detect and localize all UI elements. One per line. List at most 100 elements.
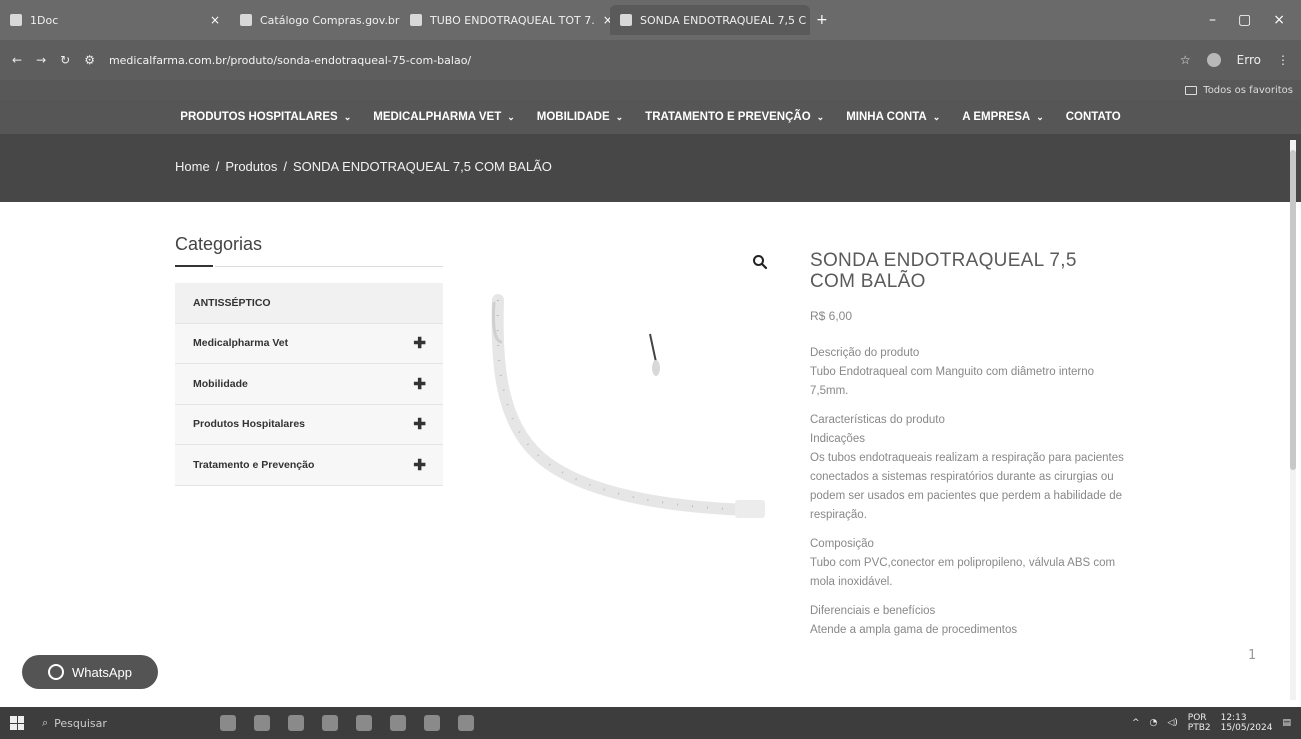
url-field[interactable]: medicalfarma.com.br/produto/sonda-endotr… (109, 54, 471, 67)
back-icon[interactable]: ← (12, 53, 22, 67)
expand-plus-icon[interactable]: ✚ (413, 334, 426, 352)
close-tab-icon[interactable]: × (603, 13, 610, 27)
nav-contato[interactable]: CONTATO (1066, 111, 1121, 123)
favicon-icon (240, 14, 252, 26)
system-tray: ^ ◔ ◁) POR PTB2 12:13 15/05/2024 ▤ (1132, 713, 1291, 733)
zoom-search-icon[interactable] (752, 254, 768, 270)
nav-label: MOBILIDADE (536, 111, 610, 123)
chevron-down-icon: ⌄ (932, 111, 941, 122)
browser-tab-1doc[interactable]: 1Doc × (0, 5, 230, 35)
clock[interactable]: 12:13 15/05/2024 (1221, 713, 1273, 733)
category-label: Produtos Hospitalares (193, 418, 306, 431)
taskbar-search-placeholder: Pesquisar (54, 716, 107, 730)
tab-title: Catálogo Compras.gov.br (260, 13, 400, 27)
favicon-icon (10, 14, 22, 26)
nav-produtos-hospitalares[interactable]: PRODUTOS HOSPITALARES ⌄ (180, 111, 351, 123)
expand-plus-icon[interactable]: ✚ (413, 375, 426, 393)
folder-icon (1185, 85, 1198, 95)
address-bar: ← → ↻ ⚙ medicalfarma.com.br/produto/sond… (0, 40, 1301, 80)
whatsapp-label: WhatsApp (72, 664, 132, 680)
tab-title: 1Doc (30, 13, 59, 27)
whatsapp-button[interactable]: WhatsApp (22, 655, 158, 689)
nav-label: MINHA CONTA (846, 111, 927, 123)
store-icon[interactable] (424, 715, 440, 731)
composition-heading: Composição (810, 538, 874, 550)
site-settings-icon[interactable]: ⚙ (84, 53, 95, 67)
composition-text: Tubo com PVC,conector em polipropileno, … (810, 557, 1116, 588)
favicon-icon (410, 14, 422, 26)
nav-medicalpharma-vet[interactable]: MEDICALPHARMA VET ⌄ (373, 111, 515, 123)
category-label: ANTISSÉPTICO (193, 296, 271, 309)
nav-label: CONTATO (1065, 111, 1121, 123)
profile-avatar[interactable] (1206, 53, 1221, 67)
browser-tab-tubo[interactable]: TUBO ENDOTRAQUEAL TOT 7. × (400, 5, 610, 35)
category-item-mobilidade[interactable]: Mobilidade ✚ (175, 364, 443, 405)
expand-plus-icon[interactable]: ✚ (413, 415, 426, 433)
nav-label: A EMPRESA (962, 111, 1031, 123)
nav-label: PRODUTOS HOSPITALARES (180, 111, 338, 123)
chrome-icon[interactable] (356, 715, 372, 731)
category-item-antisseptico[interactable]: ANTISSÉPTICO (175, 283, 443, 324)
close-tab-icon[interactable]: × (210, 13, 220, 27)
expand-plus-icon[interactable]: ✚ (413, 456, 426, 474)
forward-icon[interactable]: → (36, 53, 46, 67)
nav-minha-conta[interactable]: MINHA CONTA ⌄ (846, 111, 940, 123)
profile-error-label[interactable]: Erro (1237, 53, 1261, 67)
calculator-icon[interactable] (458, 715, 474, 731)
maximize-icon[interactable]: ▢ (1238, 12, 1251, 28)
nav-a-empresa[interactable]: A EMPRESA ⌄ (962, 111, 1044, 123)
benefits-heading: Diferenciais e benefícios (810, 605, 936, 617)
tab-title: TUBO ENDOTRAQUEAL TOT 7. (430, 13, 595, 27)
windows-start-icon[interactable] (10, 716, 24, 730)
nav-mobilidade[interactable]: MOBILIDADE ⌄ (537, 111, 623, 123)
page-scrollbar-thumb[interactable] (1290, 150, 1296, 470)
chevron-down-icon: ⌄ (615, 111, 624, 122)
category-item-medicalpharma-vet[interactable]: Medicalpharma Vet ✚ (175, 324, 443, 364)
indications-heading: Indicações (810, 433, 865, 445)
description-text: Tubo Endotraqueal com Manguito com diâme… (810, 366, 1095, 397)
whatsapp-icon (48, 664, 64, 680)
close-window-icon[interactable]: × (1273, 12, 1285, 28)
chevron-down-icon: ⌄ (343, 111, 352, 122)
category-item-produtos-hospitalares[interactable]: Produtos Hospitalares ✚ (175, 405, 443, 445)
widgets-icon[interactable] (220, 715, 236, 731)
browser-tab-bar: 1Doc × Catálogo Compras.gov.br × TUBO EN… (0, 0, 1301, 40)
menu-dots-icon[interactable]: ⋮ (1277, 53, 1289, 67)
app-icon[interactable] (390, 715, 406, 731)
taskbar-search[interactable]: ⌕ Pesquisar (42, 712, 202, 734)
language-indicator[interactable]: POR PTB2 (1188, 713, 1211, 733)
bookmarks-bar: Todos os favoritos (0, 80, 1301, 100)
edge-browser-icon[interactable] (322, 715, 338, 731)
clock-time: 12:13 (1220, 713, 1247, 723)
breadcrumb-home-link[interactable]: Home (175, 159, 210, 174)
category-list: ANTISSÉPTICO Medicalpharma Vet ✚ Mobilid… (175, 283, 443, 486)
heading-underline (175, 265, 213, 267)
all-bookmarks-link[interactable]: Todos os favoritos (1203, 85, 1293, 96)
favicon-icon (620, 14, 632, 26)
new-tab-icon[interactable]: + (810, 12, 828, 28)
breadcrumb-separator: / (283, 159, 287, 174)
volume-icon[interactable]: ◁) (1167, 718, 1177, 728)
product-title: SONDA ENDOTRAQUEAL 7,5 COM BALÃO (810, 250, 1077, 292)
tray-chevron-icon[interactable]: ^ (1132, 718, 1140, 728)
browser-tab-sonda[interactable]: SONDA ENDOTRAQUEAL 7,5 C × (610, 5, 810, 35)
file-explorer-icon[interactable] (288, 715, 304, 731)
network-icon[interactable]: ◔ (1149, 718, 1157, 728)
breadcrumb-products-link[interactable]: Produtos (225, 159, 277, 174)
reload-icon[interactable]: ↻ (60, 53, 70, 67)
scroll-indicator[interactable]: 1 (1248, 648, 1256, 663)
product-image[interactable] (480, 282, 770, 532)
chevron-down-icon: ⌄ (507, 111, 515, 122)
category-item-tratamento-prevencao[interactable]: Tratamento e Prevenção ✚ (175, 445, 443, 486)
bookmark-star-icon[interactable]: ☆ (1180, 53, 1191, 67)
minimize-icon[interactable]: – (1209, 12, 1216, 28)
notifications-icon[interactable]: ▤ (1282, 718, 1291, 728)
nav-label: MEDICALPHARMA VET (373, 111, 502, 123)
benefits-text: Atende a ampla gama de procedimentos (810, 624, 1018, 636)
clock-date: 15/05/2024 (1220, 723, 1273, 733)
task-view-icon[interactable] (254, 715, 270, 731)
product-description: Descrição do produto Tubo Endotraqueal c… (810, 344, 1130, 650)
nav-tratamento-prevencao[interactable]: TRATAMENTO E PREVENÇÃO ⌄ (645, 111, 824, 123)
address-bar-actions: ☆ Erro ⋮ (1180, 53, 1289, 67)
browser-tab-catalogo[interactable]: Catálogo Compras.gov.br × (230, 5, 400, 35)
